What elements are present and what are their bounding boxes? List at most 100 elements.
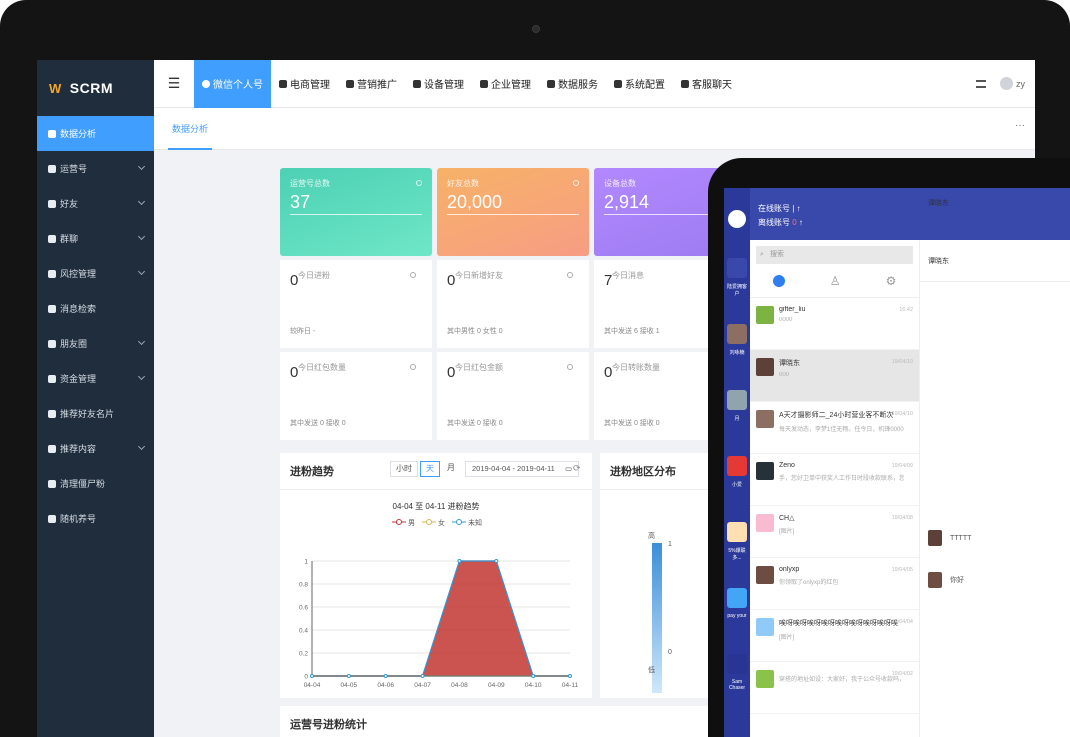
sidebar-item-3[interactable]: 群聊 (37, 221, 154, 256)
account-avatar[interactable] (727, 522, 747, 542)
user-name[interactable]: zy (1016, 79, 1025, 89)
sidebar-item-0[interactable]: 数据分析 (37, 116, 154, 151)
avatar[interactable] (1000, 77, 1013, 90)
menu-toggle-icon[interactable]: ☰ (154, 75, 194, 92)
chat-list-item[interactable]: A天才摄影师二_24小时营业客不断次 每天发动态，李梦1佳无畅。任今日，机锋000… (750, 402, 919, 454)
account-avatar[interactable] (727, 390, 747, 410)
contacts-icon[interactable]: ♙ (830, 274, 841, 288)
brand-logo[interactable]: W SCRM (37, 60, 154, 116)
chat-list-item[interactable]: CH△ [图片] 19/04/08 (750, 506, 919, 558)
chat-list-item[interactable]: 穿搭的地址如设：大家好，我于公众号收款吗，抢领取19/04/02 (750, 662, 919, 714)
sidebar-item-label: 运营号 (60, 164, 88, 174)
chat-name: 谭晓东 (779, 360, 800, 367)
moments-icon (48, 339, 56, 348)
sidebar-item-4[interactable]: 风控管理 (37, 256, 154, 291)
chat-time: 19/04/02 (891, 671, 913, 677)
visual-map-high: 高 (648, 533, 655, 540)
refresh-icon[interactable]: ⟳ (573, 463, 581, 474)
chat-list-item[interactable]: onlyxp 你领取了onlyxp的红包 19/04/05 (750, 558, 919, 610)
chat-bubble-icon[interactable] (772, 274, 785, 287)
metric-sub: 其中发送 6 接收 1 (604, 328, 660, 335)
sidebar-item-7[interactable]: 资金管理 (37, 361, 154, 396)
refresh-icon[interactable] (567, 272, 573, 278)
top-nav-item-1[interactable]: 电商管理 (271, 60, 338, 108)
account-label: 刘咏楠 (729, 350, 745, 356)
info-icon[interactable] (573, 180, 579, 186)
more-icon[interactable]: ··· (1015, 120, 1025, 131)
sidebar-item-5[interactable]: 消息检索 (37, 291, 154, 326)
account-avatar[interactable] (727, 258, 747, 278)
metric-label: 今日红包金额 (455, 363, 503, 372)
seg-month[interactable]: 月 (442, 461, 460, 477)
tablet-screen: 陆爱拥客户 刘咏楠月小爱 5%爆联多... pay your Sam Chaser 在线… (724, 188, 1070, 737)
chat-time: 19/04/10 (891, 411, 913, 417)
nav-icon (614, 79, 622, 88)
chat-name: gifter_liu (779, 306, 806, 313)
sidebar-item-2[interactable]: 好友 (37, 186, 154, 221)
data-point (346, 674, 351, 678)
seg-hour[interactable]: 小时 (390, 461, 418, 477)
account-avatar[interactable] (727, 324, 747, 344)
visual-map-low: 低 (648, 667, 655, 674)
nav-icon (547, 79, 555, 88)
nav-icon (346, 79, 354, 88)
chat-list-item[interactable]: 谭晓东 000 19/04/10 (750, 350, 919, 402)
settings-icon[interactable]: ⚙ (886, 274, 897, 288)
metric-sub: 较昨日 - (290, 328, 316, 335)
legend-marker (396, 519, 402, 525)
chat-title-text: 谭晓东 (928, 258, 949, 265)
search-input[interactable]: ⌕ 搜索 ♙ (756, 246, 927, 264)
sidebar-item-6[interactable]: 朋友圈 (37, 326, 154, 361)
random-icon (48, 514, 56, 523)
seg-day[interactable]: 天 (420, 461, 440, 477)
top-nav-item-3[interactable]: 设备管理 (405, 60, 472, 108)
y-tick-label: 0.6 (299, 605, 308, 612)
chat-message: 你好 (928, 572, 964, 588)
sidebar-item-9[interactable]: 推荐内容 (37, 431, 154, 466)
refresh-icon[interactable] (567, 364, 573, 370)
top-nav-item-5[interactable]: 数据服务 (539, 60, 606, 108)
account-avatar[interactable] (727, 654, 747, 674)
top-nav-item-0[interactable]: 微信个人号 (194, 60, 271, 108)
chat-time: 19/04/05 (891, 567, 913, 573)
search-placeholder: 搜索 (770, 251, 784, 258)
metric-sub: 其中男性 0 女性 0 (447, 328, 503, 335)
sidebar-item-8[interactable]: 推荐好友名片 (37, 396, 154, 431)
top-nav-label: 系统配置 (625, 80, 665, 91)
top-nav-item-6[interactable]: 系统配置 (606, 60, 673, 108)
stat-value: 37 (290, 192, 311, 212)
account-label: 5%爆联多... (728, 548, 746, 561)
nav-icon (202, 79, 210, 88)
refresh-icon[interactable] (410, 364, 416, 370)
account-avatar[interactable] (727, 456, 747, 476)
sidebar-item-label: 清理僵尸粉 (60, 479, 106, 489)
chat-list-item[interactable]: 唉呀唉呀唉呀唉呀唉呀唉呀唉呀唉呀唉 [图片] 19/04/04 (750, 610, 919, 662)
metric-label: 今日红包数量 (298, 363, 346, 372)
chat-list-item[interactable]: Zeno 手，您好卫单中获奖人工作日时段收款联系，您是单.. 19/04/09 (750, 454, 919, 506)
chat-preview: 每天发动态，李梦1佳无畅。任今日，机锋00001上收... (779, 427, 904, 433)
refresh-icon[interactable] (410, 272, 416, 278)
account-label: Sam Chaser (728, 679, 746, 691)
app-logo[interactable] (728, 210, 746, 228)
top-nav-item-2[interactable]: 营销推广 (338, 60, 405, 108)
info-icon[interactable] (416, 180, 422, 186)
fullscreen-icon[interactable] (976, 79, 986, 88)
date-range-input[interactable]: 2019-04-04 - 2019-04-11 ▭ (465, 461, 580, 477)
sidebar-item-1[interactable]: 运营号 (37, 151, 154, 186)
top-nav-item-7[interactable]: 客服聊天 (673, 60, 740, 108)
sidebar-item-10[interactable]: 清理僵尸粉 (37, 466, 154, 501)
chat-list-item[interactable]: gifter_liu 0000 16:42 (750, 298, 919, 350)
y-tick-label: 0.4 (299, 628, 308, 635)
data-point (310, 674, 314, 678)
divider (280, 489, 592, 490)
chart-title: 04-04 至 04-11 进粉趋势 (393, 501, 480, 511)
chevron-down-icon (137, 162, 146, 171)
tab-data-analysis[interactable]: 数据分析 (168, 108, 213, 150)
trend-chart: 04-04 至 04-11 进粉趋势男 女 未知 0 0.2 0.4 0.6 0.8 1 04-0… (299, 501, 578, 689)
sidebar-item-11[interactable]: 随机养号 (37, 501, 154, 536)
visual-map-max: 1 (668, 541, 672, 548)
top-nav-item-4[interactable]: 企业管理 (472, 60, 539, 108)
metric-label: 今日新增好友 (455, 271, 503, 280)
y-tick-label: 0.2 (299, 651, 308, 658)
account-avatar[interactable] (727, 588, 747, 608)
